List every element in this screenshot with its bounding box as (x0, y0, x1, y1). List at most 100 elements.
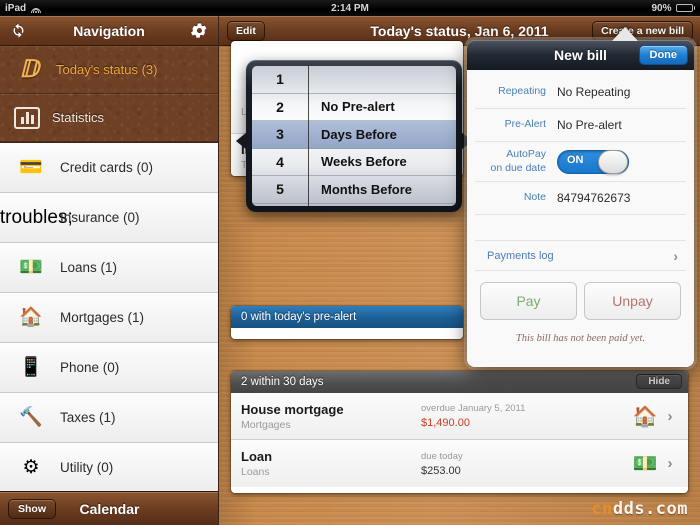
popover-title: New bill (554, 47, 607, 63)
done-button[interactable]: Done (638, 45, 688, 65)
status-bar-left: iPad (0, 3, 160, 14)
show-button[interactable]: Show (8, 499, 56, 519)
bill-name: Loan (241, 449, 273, 464)
chevron-right-icon[interactable]: › (662, 455, 678, 472)
sidebar-item-label: Today's status (3) (56, 62, 158, 77)
bill-amount: $253.00 (421, 464, 461, 477)
bill-info: Loan Loans (241, 449, 421, 478)
field-value: No Pre-alert (557, 118, 622, 132)
status-bar-right: 90% (540, 3, 700, 14)
prealert-picker[interactable]: 1 2 No Pre-alert 3 Days Before 4 Weeks B… (246, 60, 472, 212)
table-row[interactable]: Loan Loans due today $253.00 💵 › (231, 440, 688, 487)
picker-number: 5 (276, 181, 284, 198)
picker-left-arrow (236, 132, 247, 150)
popover-arrow (612, 27, 638, 41)
picker-row[interactable]: 4 Weeks Before (252, 149, 456, 176)
ipad-screen: iPad 2:14 PM 90% Navigation 𝔻 Today's st… (0, 0, 700, 525)
pay-actions: Pay Unpay (475, 271, 686, 320)
autopay-label-line1: AutoPay (506, 148, 546, 161)
bill-status-note: This bill has not been paid yet. (515, 333, 646, 344)
sidebar-item-label: Loans (1) (60, 260, 118, 275)
table-row[interactable]: House mortgage Mortgages overdue January… (231, 393, 688, 440)
life-ring-icon: €troubles; (0, 207, 73, 228)
sidebar-item-label: Credit cards (0) (60, 160, 154, 175)
bill-due-date: due today (421, 450, 463, 462)
gear-icon: ⚙ (22, 457, 40, 478)
within-30-days-header: 2 within 30 days Hide (231, 371, 688, 393)
prealert-card-header: 0 with today's pre-alert (231, 306, 463, 328)
picker-row[interactable]: 5 Months Before (252, 176, 456, 204)
bill-category: Loans (241, 466, 270, 478)
status-bar-time: 2:14 PM (331, 2, 369, 14)
credit-card-icon: 💳 (19, 157, 43, 178)
wifi-icon (30, 4, 41, 13)
sidebar-item-mortgages[interactable]: 🏠 Mortgages (1) (0, 293, 218, 343)
sidebar-item-credit-cards[interactable]: 💳 Credit cards (0) (0, 143, 218, 193)
picker-wheel[interactable]: 1 2 No Pre-alert 3 Days Before 4 Weeks B… (252, 66, 456, 206)
sidebar-footer-toolbar: Show Calendar (0, 491, 218, 525)
sidebar-item-phone[interactable]: 📱 Phone (0) (0, 343, 218, 393)
edit-button[interactable]: Edit (227, 20, 265, 41)
battery-icon (675, 4, 695, 12)
toggle-knob (598, 149, 628, 174)
sidebar-item-statistics[interactable]: Statistics (0, 94, 218, 142)
sidebar-item-label: Utility (0) (60, 460, 114, 475)
new-bill-popover: New bill Done Repeating No Repeating Pre… (467, 27, 694, 367)
bill-name: House mortgage (241, 401, 344, 417)
picker-column-divider (308, 66, 309, 206)
picker-row[interactable]: 2 No Pre-alert (252, 94, 456, 121)
money-icon: 💵 (19, 257, 43, 278)
field-label: Pre-Alert (504, 118, 546, 131)
hide-button[interactable]: Hide (636, 374, 682, 389)
field-repeating[interactable]: Repeating No Repeating (475, 76, 686, 109)
sidebar-item-label: Taxes (1) (60, 410, 116, 425)
field-pre-alert[interactable]: Pre-Alert No Pre-alert (475, 109, 686, 142)
gear-icon[interactable] (190, 21, 210, 41)
pay-button[interactable]: Pay (480, 282, 577, 320)
picker-option: Months Before (321, 181, 412, 197)
sidebar-item-loans[interactable]: 💵 Loans (1) (0, 243, 218, 293)
battery-percent: 90% (651, 2, 672, 14)
status-bar: iPad 2:14 PM 90% (0, 0, 700, 16)
sidebar-item-label: Mortgages (1) (60, 310, 145, 325)
field-note[interactable]: Note 84794762673 (475, 182, 686, 215)
field-label: AutoPay on due date (475, 148, 557, 174)
gavel-icon: 🔨 (19, 407, 43, 428)
sidebar-header: Navigation (0, 16, 218, 46)
field-autopay[interactable]: AutoPay on due date ON (475, 142, 686, 182)
house-icon: 🏠 (19, 307, 43, 328)
sidebar-category-list: 💳 Credit cards (0) €troubles; Insurance … (0, 143, 218, 525)
page-title: Today's status, Jan 6, 2011 (370, 22, 549, 39)
sidebar-title: Navigation (73, 22, 145, 39)
bill-info: House mortgage Mortgages (241, 402, 421, 431)
payments-log-label: Payments log (487, 249, 554, 262)
sidebar-item-insurance[interactable]: €troubles; Insurance (0) (0, 193, 218, 243)
field-value: No Repeating (557, 85, 631, 99)
navigation-sidebar: Navigation 𝔻 Today's status (3) Statisti… (0, 16, 219, 525)
autopay-toggle[interactable]: ON (557, 149, 629, 174)
picker-number: 4 (276, 153, 284, 170)
picker-row-selected[interactable]: 3 Days Before (252, 121, 456, 149)
unpay-button[interactable]: Unpay (584, 282, 681, 320)
picker-option: Days Before (321, 126, 397, 142)
chevron-right-icon: › (673, 247, 678, 264)
field-label: Repeating (498, 85, 546, 98)
picker-row[interactable]: 1 (252, 66, 456, 94)
create-new-bill-button[interactable]: Create a new bill (592, 20, 693, 41)
refresh-icon[interactable] (8, 21, 28, 41)
house-icon: 🏠 (632, 405, 658, 428)
sidebar-item-taxes[interactable]: 🔨 Taxes (1) (0, 393, 218, 443)
mobile-phone-icon: 📱 (19, 357, 43, 378)
sidebar-item-label: Insurance (0) (60, 210, 140, 225)
bill-due-info: overdue January 5, 2011 $1,490.00 (421, 403, 628, 429)
sidebar-item-todays-status[interactable]: 𝔻 Today's status (3) (0, 46, 218, 94)
sidebar-item-utility[interactable]: ⚙ Utility (0) (0, 443, 218, 493)
device-label: iPad (5, 2, 27, 14)
picker-number: 2 (276, 98, 284, 115)
sidebar-top-group: 𝔻 Today's status (3) Statistics (0, 46, 218, 143)
chevron-right-icon[interactable]: › (662, 408, 678, 425)
payments-log-row[interactable]: Payments log › (475, 241, 686, 271)
within-30-days-card: 2 within 30 days Hide House mortgage Mor… (231, 371, 688, 493)
popover-header: New bill Done (467, 40, 694, 70)
watermark-part1: cn (591, 499, 613, 519)
